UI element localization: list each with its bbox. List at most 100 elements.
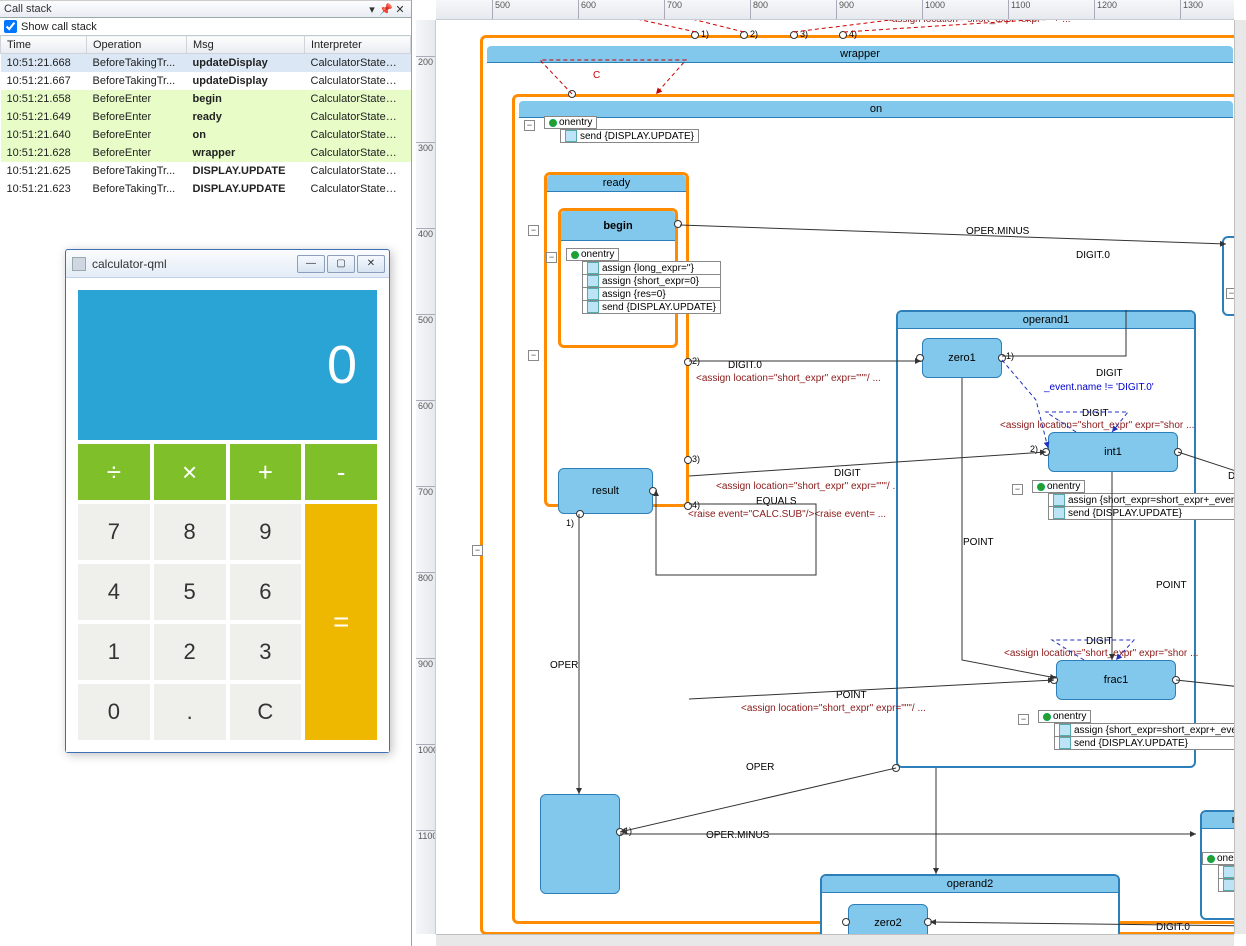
panel-pin-icon[interactable]: 📌 xyxy=(379,3,393,16)
state-zero2[interactable]: zero2 xyxy=(848,904,928,934)
dot-icon xyxy=(1207,855,1215,863)
digit-4-button[interactable]: 4 xyxy=(78,564,150,620)
state-result[interactable]: result xyxy=(558,468,653,514)
table-row[interactable]: 10:51:21.649BeforeEnterreadyCalculatorSt… xyxy=(1,108,411,126)
state-begin-title: begin xyxy=(561,211,675,241)
digit-5-button[interactable]: 5 xyxy=(154,564,226,620)
cell-interpreter: CalculatorStateMachi xyxy=(305,72,411,90)
show-callstack-checkbox[interactable] xyxy=(4,20,17,33)
calculator-titlebar[interactable]: calculator-qml — ▢ ✕ xyxy=(66,250,389,278)
maximize-button[interactable]: ▢ xyxy=(327,255,355,273)
vertical-ruler[interactable]: 10020030040050060070080090010001100 xyxy=(416,20,436,934)
collapse-button[interactable]: − xyxy=(524,120,535,131)
table-row[interactable]: 10:51:21.658BeforeEnterbeginCalculatorSt… xyxy=(1,90,411,108)
clear-button[interactable]: C xyxy=(230,684,302,740)
cell-time: 10:51:21.668 xyxy=(1,54,87,72)
table-row[interactable]: 10:51:21.667BeforeTakingTr...updateDispl… xyxy=(1,72,411,90)
cell-time: 10:51:21.628 xyxy=(1,144,87,162)
close-button[interactable]: ✕ xyxy=(357,255,385,273)
begin-onentry-block: onentry assign {long_expr=''} assign {sh… xyxy=(566,248,721,314)
onentry-label: onentry xyxy=(1202,852,1234,865)
panel-close-icon[interactable]: ✕ xyxy=(393,3,407,16)
state-ne-title: ne xyxy=(1202,812,1234,829)
on-onentry-block: onentry send {DISPLAY.UPDATE} xyxy=(544,116,699,143)
ruler-tick: 200 xyxy=(416,56,436,67)
table-row[interactable]: 10:51:21.668BeforeTakingTr...updateDispl… xyxy=(1,54,411,72)
ruler-tick: 700 xyxy=(416,486,436,497)
decimal-button[interactable]: . xyxy=(154,684,226,740)
collapse-button[interactable]: − xyxy=(472,545,483,556)
collapse-button[interactable]: − xyxy=(528,350,539,361)
digit-7-button[interactable]: 7 xyxy=(78,504,150,560)
cell-operation: BeforeTakingTr... xyxy=(87,180,187,198)
dot-icon xyxy=(1043,713,1051,721)
dot-icon xyxy=(549,119,557,127)
frac1-onentry-block: onentry assign {short_expr=short_expr+_e… xyxy=(1038,710,1234,750)
diagram-canvas[interactable]: <assign location="short_expr" expr="''+ … xyxy=(436,20,1234,934)
panel-titlebar[interactable]: Call stack ▾ 📌 ✕ xyxy=(0,0,411,18)
state-zero1[interactable]: zero1 xyxy=(922,338,1002,378)
table-row[interactable]: 10:51:21.628BeforeEnterwrapperCalculator… xyxy=(1,144,411,162)
state-unknown-left[interactable] xyxy=(540,794,620,894)
col-time[interactable]: Time xyxy=(1,36,87,54)
state-frac1[interactable]: frac1 xyxy=(1056,660,1176,700)
table-header-row: Time Operation Msg Interpreter xyxy=(1,36,411,54)
transition-oper: OPER xyxy=(550,660,578,671)
minimize-button[interactable]: — xyxy=(297,255,325,273)
digit-6-button[interactable]: 6 xyxy=(230,564,302,620)
digit-3-button[interactable]: 3 xyxy=(230,624,302,680)
collapse-button[interactable]: − xyxy=(1226,288,1234,299)
cell-interpreter: CalculatorStateMachi xyxy=(305,108,411,126)
action-line: send {D xyxy=(1218,878,1234,892)
int1-onentry-block: onentry assign {short_expr=short_expr+_e… xyxy=(1032,480,1234,520)
subtract-button[interactable]: - xyxy=(305,444,377,500)
ruler-tick: 300 xyxy=(416,142,436,153)
panel-dropdown-icon[interactable]: ▾ xyxy=(365,3,379,16)
digit-0-button[interactable]: 0 xyxy=(78,684,150,740)
digit-1-button[interactable]: 1 xyxy=(78,624,150,680)
state-on-small[interactable] xyxy=(1222,236,1234,316)
table-row[interactable]: 10:51:21.623BeforeTakingTr...DISPLAY.UPD… xyxy=(1,180,411,198)
digit-9-button[interactable]: 9 xyxy=(230,504,302,560)
divide-button[interactable]: ÷ xyxy=(78,444,150,500)
add-button[interactable]: + xyxy=(230,444,302,500)
cell-interpreter: CalculatorStateMachi xyxy=(305,162,411,180)
cell-time: 10:51:21.658 xyxy=(1,90,87,108)
show-callstack-row[interactable]: Show call stack xyxy=(0,18,411,35)
port-marker xyxy=(924,918,932,926)
digit-2-button[interactable]: 2 xyxy=(154,624,226,680)
onentry-label: onentry xyxy=(1032,480,1085,493)
collapse-button[interactable]: − xyxy=(1018,714,1029,725)
equals-button[interactable]: = xyxy=(305,504,377,740)
cell-operation: BeforeEnter xyxy=(87,126,187,144)
calculator-window[interactable]: calculator-qml — ▢ ✕ 0 ÷ × + - 7 8 9 = 4… xyxy=(65,249,390,753)
col-operation[interactable]: Operation xyxy=(87,36,187,54)
collapse-button[interactable]: − xyxy=(528,225,539,236)
state-int1[interactable]: int1 xyxy=(1048,432,1178,472)
port-marker xyxy=(916,354,924,362)
cell-msg: ready xyxy=(187,108,305,126)
collapse-button[interactable]: − xyxy=(1012,484,1023,495)
multiply-button[interactable]: × xyxy=(154,444,226,500)
cell-msg: wrapper xyxy=(187,144,305,162)
digit-8-button[interactable]: 8 xyxy=(154,504,226,560)
cell-time: 10:51:21.623 xyxy=(1,180,87,198)
horizontal-ruler[interactable]: 4005006007008009001000110012001300 xyxy=(436,0,1234,20)
vertical-scrollbar[interactable] xyxy=(1234,20,1246,934)
col-interpreter[interactable]: Interpreter xyxy=(305,36,411,54)
port-marker xyxy=(576,510,584,518)
port-marker xyxy=(691,31,699,39)
ruler-tick: 900 xyxy=(416,658,436,669)
ruler-tick: 900 xyxy=(836,0,854,20)
ruler-tick: 1200 xyxy=(1094,0,1117,20)
horizontal-scrollbar[interactable] xyxy=(436,934,1234,946)
port-marker xyxy=(1042,448,1050,456)
table-row[interactable]: 10:51:21.640BeforeEnteronCalculatorState… xyxy=(1,126,411,144)
dot-icon xyxy=(1037,483,1045,491)
table-row[interactable]: 10:51:21.625BeforeTakingTr...DISPLAY.UPD… xyxy=(1,162,411,180)
port-marker xyxy=(649,487,657,495)
transition-digit0-right: DIGIT.0 xyxy=(1076,250,1110,261)
ruler-tick: 800 xyxy=(750,0,768,20)
collapse-button[interactable]: − xyxy=(546,252,557,263)
col-msg[interactable]: Msg xyxy=(187,36,305,54)
